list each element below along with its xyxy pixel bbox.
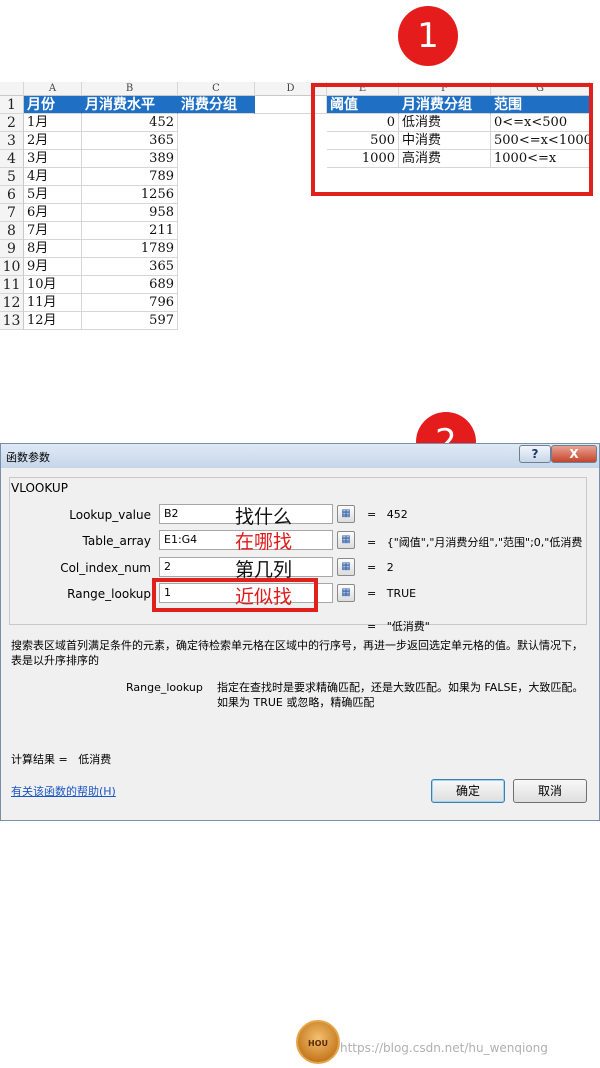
collapse-range-icon[interactable]: ▦ [337, 584, 355, 602]
dialog-title: 函数参数 [6, 451, 50, 464]
cell-month[interactable]: 9月 [24, 258, 82, 276]
eq-sign: = [367, 536, 377, 549]
calc-result-label: 计算结果 = [11, 753, 68, 766]
arg-result: = TRUE [367, 587, 416, 600]
help-link[interactable]: 有关该函数的帮助(H) [11, 784, 116, 799]
column-header-c[interactable]: C [178, 82, 255, 96]
cell-level[interactable]: 365 [82, 258, 178, 276]
arg-result-value: 2 [386, 561, 394, 574]
calc-result: 计算结果 = 低消费 [11, 752, 111, 767]
eq-sign: = [367, 508, 377, 521]
cell-level[interactable]: 597 [82, 312, 178, 330]
cell-month[interactable]: 1月 [24, 114, 82, 132]
cell-level[interactable]: 365 [82, 132, 178, 150]
calc-result-value: 低消费 [78, 753, 112, 766]
cell-month[interactable]: 5月 [24, 186, 82, 204]
cell-month[interactable]: 10月 [24, 276, 82, 294]
cell-level[interactable]: 796 [82, 294, 178, 312]
row-number[interactable]: 4 [0, 150, 24, 168]
cell-month[interactable]: 2月 [24, 132, 82, 150]
author-avatar: HOU [296, 1020, 340, 1064]
cell-month[interactable]: 3月 [24, 150, 82, 168]
help-button[interactable]: ? [519, 445, 551, 463]
arg-result: = 2 [367, 561, 394, 574]
cell-level[interactable]: 211 [82, 222, 178, 240]
formula-result: = "低消费" [367, 618, 430, 634]
formula-result-value: "低消费" [386, 620, 430, 633]
collapse-range-icon[interactable]: ▦ [337, 558, 355, 576]
function-name: VLOOKUP [11, 481, 68, 495]
arg-label-range-lookup: Range_lookup [67, 587, 151, 601]
collapse-range-icon[interactable]: ▦ [337, 505, 355, 523]
cell-b1-header[interactable]: 月消费水平 [82, 96, 178, 114]
row-number[interactable]: 1 [0, 96, 24, 114]
cell-level[interactable]: 958 [82, 204, 178, 222]
row-number[interactable]: 7 [0, 204, 24, 222]
title-bar: 函数参数 ? X [1, 444, 599, 468]
function-description: 搜索表区域首列满足条件的元素，确定待检索单元格在区域中的行序号，再进一步返回选定… [11, 639, 583, 667]
ok-button[interactable]: 确定 [431, 779, 505, 803]
row-number[interactable]: 13 [0, 312, 24, 330]
column-header-b[interactable]: B [82, 82, 178, 96]
arg-result-value: 452 [386, 508, 408, 521]
close-button[interactable]: X [551, 445, 597, 463]
cell-level[interactable]: 689 [82, 276, 178, 294]
cell-a1-header[interactable]: 月份 [24, 96, 82, 114]
arg-label-table-array: Table_array [82, 534, 152, 548]
eq-sign: = [367, 561, 377, 574]
arg-result: = 452 [367, 508, 408, 521]
cell-c1-header[interactable]: 消费分组 [178, 96, 255, 114]
range-lookup-highlight-box [152, 578, 318, 612]
collapse-range-icon[interactable]: ▦ [337, 531, 355, 549]
cell-month[interactable]: 8月 [24, 240, 82, 258]
row-number[interactable]: 10 [0, 258, 24, 276]
param-description: 指定在查找时是要求精确匹配，还是大致匹配。如果为 FALSE，大致匹配。如果为 … [217, 681, 584, 709]
cancel-button[interactable]: 取消 [513, 779, 587, 803]
column-header-a[interactable]: A [24, 82, 82, 96]
cell-month[interactable]: 6月 [24, 204, 82, 222]
arg-label-col-index-num: Col_index_num [60, 561, 151, 575]
arg-result: = {"阈值","月消费分组","范围";0,"低消费 [367, 534, 582, 550]
row-number[interactable]: 5 [0, 168, 24, 186]
cell-level[interactable]: 789 [82, 168, 178, 186]
arg-result-value: {"阈值","月消费分组","范围";0,"低消费 [386, 536, 583, 549]
eq-sign: = [367, 587, 377, 600]
row-number[interactable]: 6 [0, 186, 24, 204]
row-number[interactable]: 2 [0, 114, 24, 132]
corner-cell[interactable] [0, 82, 24, 96]
avatar-text: HOU [308, 1039, 328, 1048]
cell-level[interactable]: 1256 [82, 186, 178, 204]
cell-month[interactable]: 7月 [24, 222, 82, 240]
function-arguments-dialog: 函数参数 ? X VLOOKUP Lookup_value B2 找什么 ▦ =… [0, 443, 600, 821]
cell-level[interactable]: 389 [82, 150, 178, 168]
blog-watermark: https://blog.csdn.net/hu_wenqiong [340, 1041, 548, 1055]
row-number[interactable]: 8 [0, 222, 24, 240]
lookup-table-highlight-box [311, 83, 593, 196]
cell-level[interactable]: 1789 [82, 240, 178, 258]
cell-level[interactable]: 452 [82, 114, 178, 132]
param-name: Range_lookup [126, 681, 203, 694]
row-number[interactable]: 3 [0, 132, 24, 150]
cell-month[interactable]: 4月 [24, 168, 82, 186]
row-number[interactable]: 9 [0, 240, 24, 258]
arg-label-lookup-value: Lookup_value [69, 508, 151, 522]
row-number[interactable]: 12 [0, 294, 24, 312]
cell-month[interactable]: 12月 [24, 312, 82, 330]
annotation-where: 在哪找 [235, 531, 293, 553]
annotation-what: 找什么 [235, 506, 293, 528]
row-number[interactable]: 11 [0, 276, 24, 294]
step-badge-1: 1 [398, 6, 458, 66]
cell-month[interactable]: 11月 [24, 294, 82, 312]
arg-result-value: TRUE [386, 587, 417, 600]
eq-sign: = [367, 620, 377, 633]
